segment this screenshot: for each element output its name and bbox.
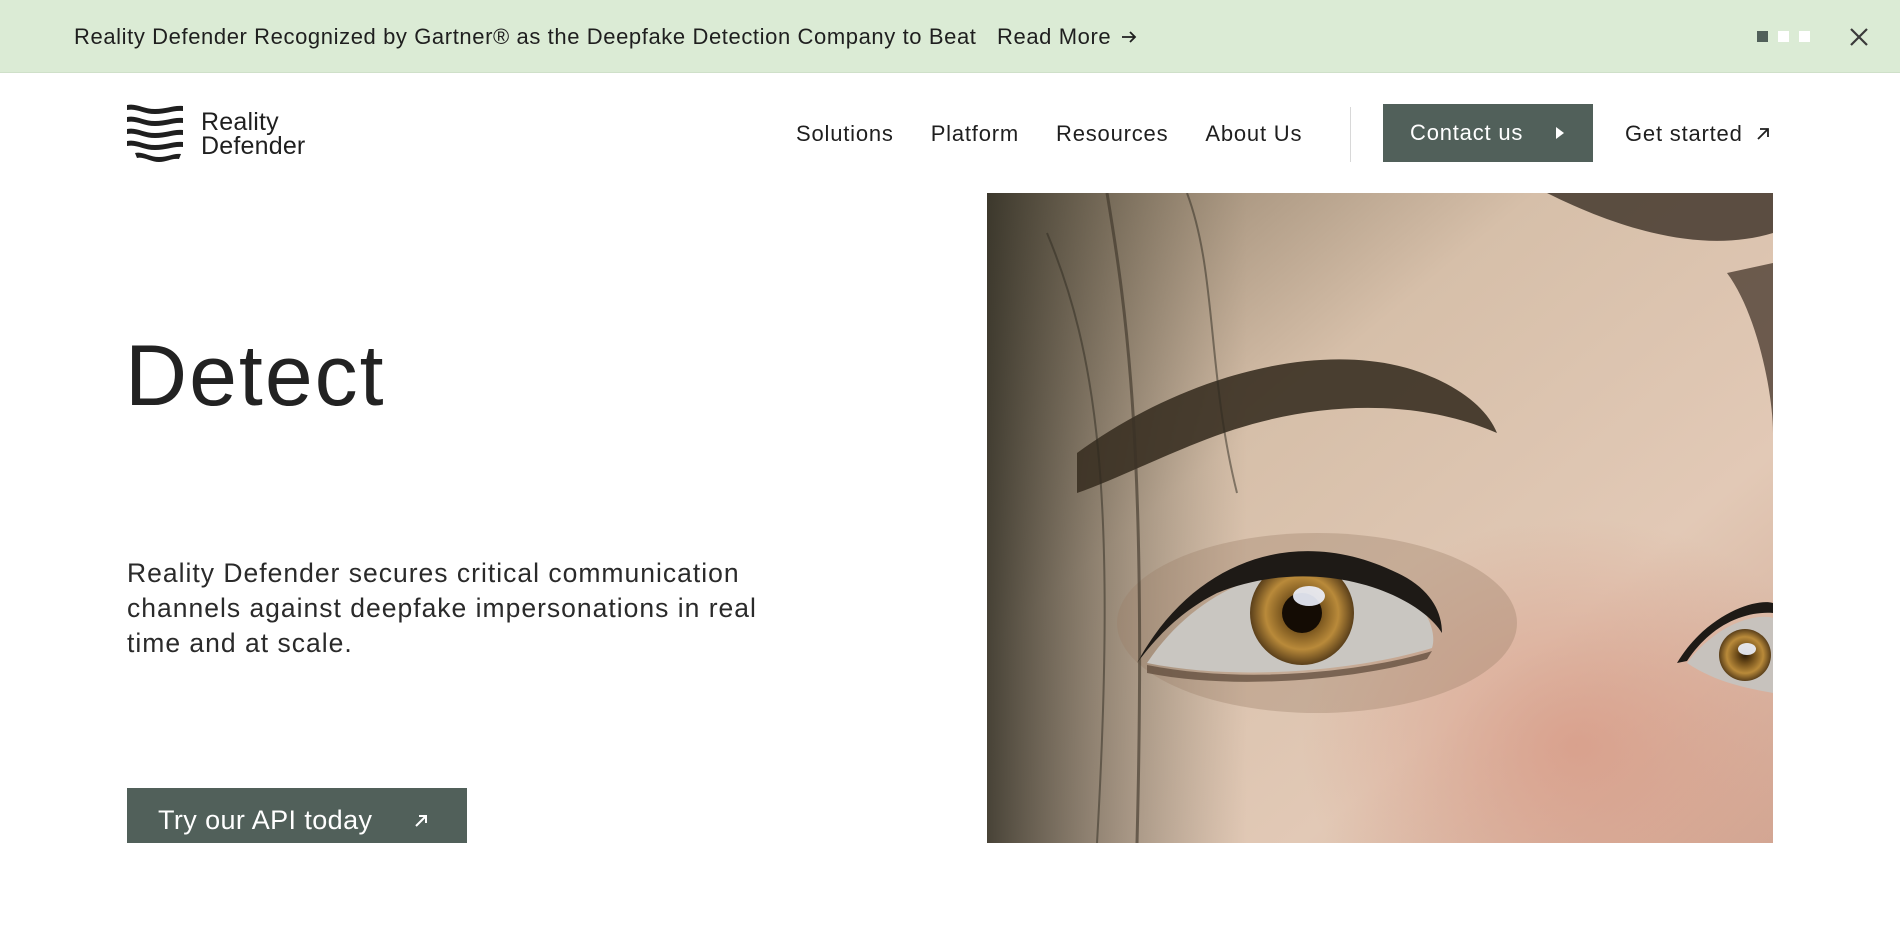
read-more-link[interactable]: Read More bbox=[997, 24, 1137, 50]
contact-us-button[interactable]: Contact us bbox=[1383, 104, 1593, 162]
arrow-up-right-icon bbox=[415, 815, 427, 827]
hero-description: Reality Defender secures critical commun… bbox=[127, 558, 757, 658]
nav-solutions[interactable]: Solutions bbox=[796, 121, 894, 147]
arrow-right-icon bbox=[1122, 31, 1137, 43]
get-started-link[interactable]: Get started bbox=[1625, 121, 1770, 147]
logo-mark-icon bbox=[127, 104, 183, 162]
logo-line-2: Defender bbox=[201, 132, 306, 160]
slide-dot-3[interactable] bbox=[1799, 31, 1810, 42]
slide-indicator bbox=[1757, 31, 1810, 42]
try-api-label: Try our API today bbox=[158, 805, 373, 835]
nav-about-us[interactable]: About Us bbox=[1205, 121, 1302, 147]
slide-dot-1[interactable] bbox=[1757, 31, 1768, 42]
nav-resources[interactable]: Resources bbox=[1056, 121, 1168, 147]
nav-platform[interactable]: Platform bbox=[931, 121, 1019, 147]
nav-divider bbox=[1350, 107, 1351, 162]
slide-dot-2[interactable] bbox=[1778, 31, 1789, 42]
eye-photo-illustration bbox=[987, 193, 1773, 843]
hero-eye-photo bbox=[987, 193, 1773, 843]
arrow-up-right-icon bbox=[1757, 128, 1769, 140]
logo-wordmark: Reality Defender bbox=[201, 108, 306, 160]
caret-right-icon bbox=[1556, 127, 1564, 139]
get-started-label: Get started bbox=[1625, 121, 1743, 146]
try-api-button[interactable]: Try our API today bbox=[127, 788, 467, 843]
announcement-banner: Reality Defender Recognized by Gartner® … bbox=[0, 0, 1900, 73]
logo-line-1: Reality bbox=[201, 108, 279, 136]
main-nav: Solutions Platform Resources About Us bbox=[796, 121, 1302, 147]
read-more-label: Read More bbox=[997, 24, 1112, 49]
banner-text: Reality Defender Recognized by Gartner® … bbox=[74, 24, 977, 49]
contact-us-label: Contact us bbox=[1410, 120, 1524, 145]
logo[interactable]: Reality Defender bbox=[127, 103, 305, 165]
close-icon[interactable] bbox=[1848, 26, 1870, 48]
hero-title: Detect bbox=[125, 328, 386, 424]
